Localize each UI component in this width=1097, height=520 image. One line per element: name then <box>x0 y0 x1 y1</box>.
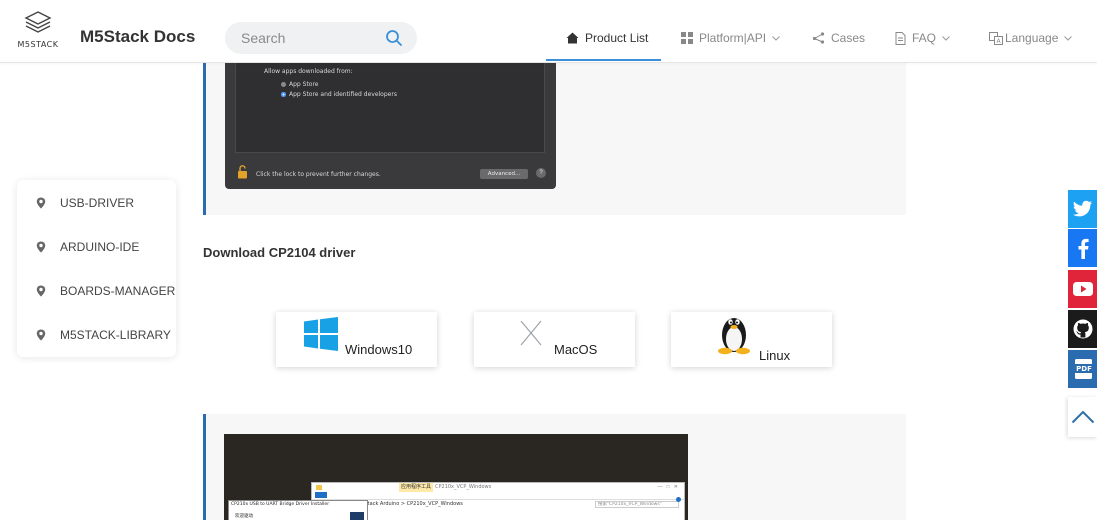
home-icon <box>566 32 579 44</box>
address-path: M5Stack Arduino > CP210x_VCP_Windows <box>357 501 463 507</box>
mac-settings-pane <box>235 63 545 153</box>
facebook-icon <box>1078 238 1089 259</box>
location-pin-icon <box>36 241 46 253</box>
radio-app-store <box>281 82 286 87</box>
grid-icon <box>681 32 693 44</box>
sidebar-item-boards-manager[interactable]: BOARDS-MANAGER <box>36 282 176 300</box>
nav-platform-api[interactable]: Platform|API <box>681 28 780 48</box>
pdf-icon: PDF <box>1073 359 1095 379</box>
svg-text:PDF: PDF <box>1076 365 1092 373</box>
download-label: Windows10 <box>345 342 413 357</box>
sidebar-item-label: BOARDS-MANAGER <box>60 284 176 298</box>
download-label: MacOS <box>554 342 598 357</box>
sidebar-item-arduino-ide[interactable]: ARDUINO-IDE <box>36 238 176 256</box>
window-controls: — □ ✕ <box>657 484 678 490</box>
advanced-button: Advanced... <box>480 169 528 179</box>
download-linux-button[interactable]: Linux <box>671 312 832 367</box>
download-label: Linux <box>759 348 791 363</box>
social-twitter-button[interactable] <box>1068 190 1097 228</box>
nav-product-list[interactable]: Product List <box>566 28 648 48</box>
nav-label: Product List <box>585 31 649 45</box>
document-icon <box>895 31 906 45</box>
tool-tab: 应用程序工具 <box>399 483 434 492</box>
radio-app-store-label: App Store <box>289 81 319 88</box>
top-header: M5STACK M5Stack Docs Product List Platfo… <box>0 0 1097 63</box>
installer-logo <box>350 512 364 520</box>
m5stack-logo-icon <box>24 11 52 33</box>
nav-faq[interactable]: FAQ <box>895 28 950 48</box>
windows-icon <box>304 317 338 351</box>
sidebar-item-usb-driver[interactable]: USB-DRIVER <box>36 194 176 212</box>
chevron-down-icon <box>942 35 950 41</box>
help-button: ? <box>536 168 546 178</box>
nav-label: Language <box>1005 31 1059 45</box>
taskbar-dot <box>676 497 681 502</box>
window-tab-title: CP210x_VCP_Windows <box>435 484 492 490</box>
nav-label: Platform|API <box>699 31 767 45</box>
nav-cases[interactable]: Cases <box>812 28 865 48</box>
location-pin-icon <box>36 329 46 341</box>
chevron-down-icon <box>772 35 780 41</box>
sidebar-item-m5stack-library[interactable]: M5STACK-LIBRARY <box>36 326 176 344</box>
youtube-icon <box>1073 282 1093 296</box>
download-macos-button[interactable]: MacOS <box>474 312 635 367</box>
windows-installer-screenshot: 应用程序工具 CP210x_VCP_Windows — □ ✕ M5Stack … <box>224 434 688 520</box>
nav-language[interactable]: A Language <box>989 28 1073 48</box>
sidebar-toc: USB-DRIVER ARDUINO-IDE BOARDS-MANAGER M5… <box>17 180 176 357</box>
social-pdf-button[interactable]: PDF <box>1068 350 1097 388</box>
ribbon-file-tab <box>315 492 327 498</box>
radio-identified-developers-label: App Store and identified developers <box>289 91 397 98</box>
lock-text: Click the lock to prevent further change… <box>256 171 381 178</box>
installer-label: 欢迎驱动 <box>235 514 253 519</box>
social-github-button[interactable] <box>1068 310 1097 348</box>
search-box[interactable] <box>225 22 417 54</box>
translate-icon: A <box>989 31 1003 45</box>
sidebar-item-label: USB-DRIVER <box>60 196 135 210</box>
nav-label: Cases <box>831 31 866 45</box>
radio-identified-developers <box>281 92 286 97</box>
location-pin-icon <box>36 197 46 209</box>
search-icon[interactable] <box>385 29 403 47</box>
sidebar-item-label: M5STACK-LIBRARY <box>60 328 171 342</box>
location-pin-icon <box>36 285 46 297</box>
explorer-search: 搜索"CP210x_VCP_Windows" <box>595 501 679 508</box>
allow-apps-label: Allow apps downloaded from: <box>264 68 353 75</box>
social-facebook-button[interactable] <box>1068 229 1097 267</box>
chevron-down-icon <box>1064 35 1073 41</box>
search-input[interactable] <box>241 22 381 54</box>
github-icon <box>1073 319 1093 339</box>
padlock-icon <box>238 165 247 179</box>
ribbon-bar <box>312 492 684 498</box>
download-section-title: Download CP2104 driver <box>203 245 356 260</box>
installer-dialog: CP210x USB to UART Bridge Driver Install… <box>228 500 368 520</box>
twitter-icon <box>1073 200 1092 217</box>
installer-title: CP210x USB to UART Bridge Driver Install… <box>231 502 330 507</box>
share-icon <box>812 32 825 44</box>
back-to-top-button[interactable] <box>1068 397 1097 437</box>
nav-label: FAQ <box>912 31 937 45</box>
social-youtube-button[interactable] <box>1068 270 1097 308</box>
active-nav-underline <box>546 59 661 61</box>
sidebar-item-label: ARDUINO-IDE <box>60 240 140 254</box>
linux-tux-icon <box>718 318 750 355</box>
logo-text: M5STACK <box>17 40 59 49</box>
m5stack-logo[interactable]: M5STACK <box>12 9 64 55</box>
folder-icon <box>316 485 322 490</box>
site-title[interactable]: M5Stack Docs <box>80 27 195 47</box>
chevron-up-icon <box>1071 410 1095 424</box>
download-windows10-button[interactable]: Windows10 <box>276 312 437 367</box>
explorer-titlebar: 应用程序工具 CP210x_VCP_Windows — □ ✕ <box>312 483 684 492</box>
macos-icon <box>520 320 542 346</box>
